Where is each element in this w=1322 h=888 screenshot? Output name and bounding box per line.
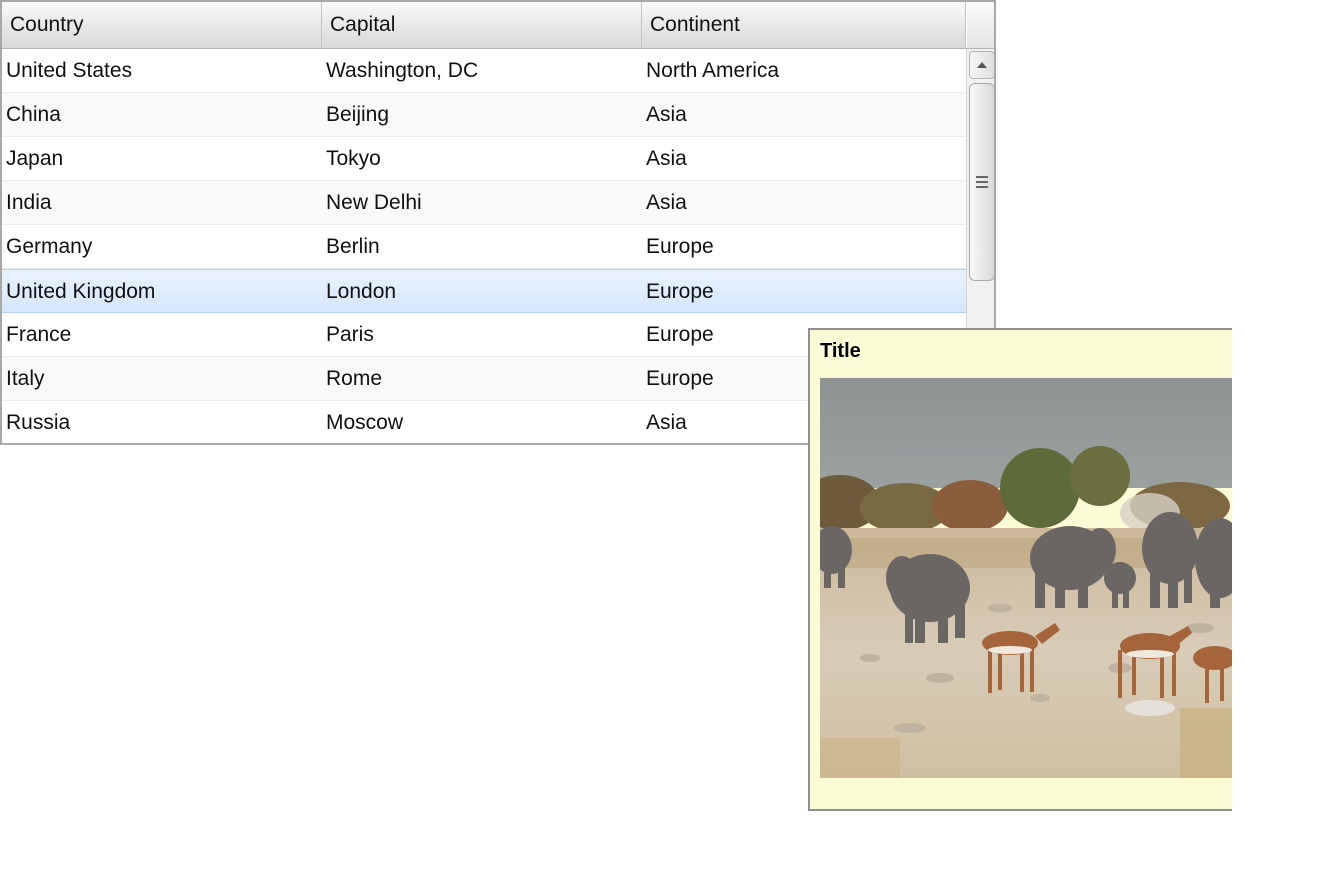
cell-continent: Europe — [646, 367, 714, 390]
cell-country: United States — [6, 59, 133, 82]
table-row[interactable]: Japan Tokyo Asia — [2, 137, 966, 181]
cell-country: Russia — [6, 411, 71, 434]
header-corner — [966, 2, 994, 48]
cell-continent: Europe — [646, 235, 714, 258]
elephants-photo — [820, 378, 1232, 778]
column-header-continent[interactable]: Continent — [642, 2, 966, 48]
cell-continent: Asia — [646, 411, 687, 434]
scrollbar-thumb[interactable] — [969, 83, 994, 281]
cell-country: Italy — [6, 367, 45, 390]
cell-country: Germany — [6, 235, 93, 258]
cell-capital: Rome — [326, 367, 383, 390]
cell-country: United Kingdom — [6, 280, 156, 303]
tooltip-popup: Title — [808, 328, 1232, 811]
grip-icon — [976, 176, 988, 191]
cell-capital: New Delhi — [326, 191, 422, 214]
cell-capital: Washington, DC — [326, 59, 479, 82]
column-header-capital[interactable]: Capital — [322, 2, 642, 48]
cell-capital: Moscow — [326, 411, 404, 434]
cell-continent: Europe — [646, 280, 714, 303]
cell-continent: Asia — [646, 191, 687, 214]
cell-continent: Europe — [646, 323, 714, 346]
cell-capital: Beijing — [326, 103, 390, 126]
table-row-selected[interactable]: United Kingdom London Europe — [2, 269, 966, 313]
table-row[interactable]: United States Washington, DC North Ameri… — [2, 49, 966, 93]
cell-capital: Paris — [326, 323, 374, 346]
cell-country: Japan — [6, 147, 64, 170]
cell-country: France — [6, 323, 72, 346]
column-header-country[interactable]: Country — [2, 2, 322, 48]
table-row[interactable]: Germany Berlin Europe — [2, 225, 966, 269]
scroll-up-arrow-icon[interactable] — [969, 51, 994, 79]
cell-country: India — [6, 191, 52, 214]
cell-country: China — [6, 103, 61, 126]
table-row[interactable]: India New Delhi Asia — [2, 181, 966, 225]
cell-capital: Tokyo — [326, 147, 381, 170]
grid-header: Country Capital Continent — [2, 2, 994, 49]
popup-title: Title — [820, 340, 861, 362]
cell-continent: Asia — [646, 147, 687, 170]
cell-continent: North America — [646, 59, 780, 82]
cell-continent: Asia — [646, 103, 687, 126]
cell-capital: London — [326, 280, 397, 303]
cell-capital: Berlin — [326, 235, 380, 258]
table-row[interactable]: China Beijing Asia — [2, 93, 966, 137]
